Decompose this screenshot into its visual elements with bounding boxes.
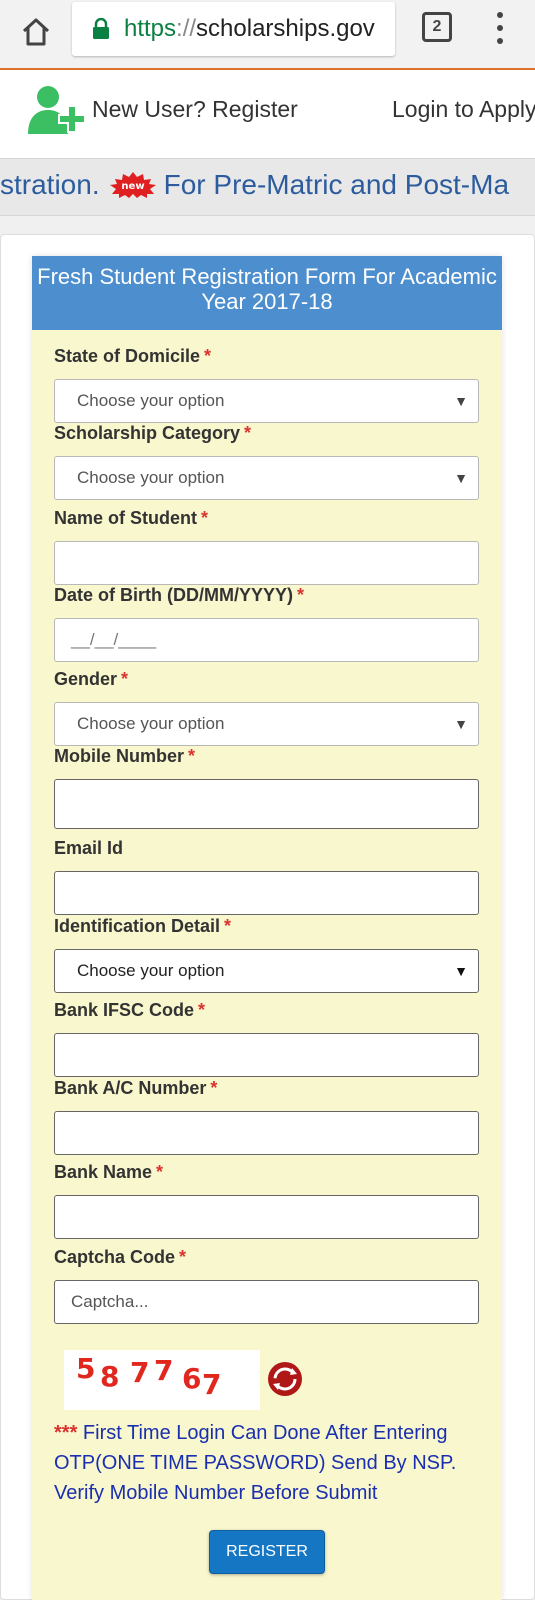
url-scheme: https: [124, 15, 177, 42]
gender-label: Gender *: [54, 669, 129, 689]
name-label: Name of Student *: [54, 508, 209, 528]
ifsc-input[interactable]: [54, 1033, 479, 1077]
mobile-label: Mobile Number *: [54, 746, 196, 766]
bank-name-input[interactable]: [54, 1195, 479, 1239]
site-nav: New User? Register Login to Apply: [0, 70, 535, 158]
home-icon[interactable]: [14, 10, 58, 54]
captcha-char: 8: [100, 1360, 120, 1393]
otp-notice: *** First Time Login Can Done After Ente…: [54, 1418, 494, 1508]
name-input[interactable]: [54, 541, 479, 585]
scholarship-select-value: Choose your option: [77, 468, 225, 487]
more-vert-icon[interactable]: [490, 10, 510, 46]
captcha-label: Captcha Code *: [54, 1247, 187, 1267]
refresh-captcha-icon[interactable]: [266, 1360, 304, 1398]
new-badge-icon: new: [109, 172, 156, 198]
dropdown-arrow-icon: ▼: [454, 470, 468, 486]
gender-select-value: Choose your option: [77, 714, 225, 733]
login-to-apply-link[interactable]: Login to Apply: [392, 96, 535, 123]
dropdown-arrow-icon: ▼: [454, 393, 468, 409]
email-label: Email Id: [54, 838, 124, 858]
email-input[interactable]: [54, 871, 479, 915]
lock-icon: [92, 17, 110, 40]
address-bar[interactable]: https://scholarships.gov: [72, 2, 395, 56]
tab-switcher-button[interactable]: 2: [422, 12, 452, 42]
state-select[interactable]: Choose your option ▼: [54, 379, 479, 423]
account-label: Bank A/C Number *: [54, 1078, 218, 1098]
scholarship-label: Scholarship Category *: [54, 423, 252, 443]
notice-stars: ***: [54, 1422, 78, 1444]
scholarship-select[interactable]: Choose your option ▼: [54, 456, 479, 500]
state-select-value: Choose your option: [77, 391, 225, 410]
captcha-image: 5 8 7 7 6 7: [64, 1350, 260, 1410]
svg-text:new: new: [121, 181, 144, 192]
dob-label: Date of Birth (DD/MM/YYYY) *: [54, 585, 305, 605]
gender-select[interactable]: Choose your option ▼: [54, 702, 479, 746]
captcha-char: 6: [182, 1362, 202, 1395]
add-user-icon: [28, 86, 86, 134]
marquee-text-start: stration.: [0, 169, 100, 200]
mobile-input[interactable]: [54, 779, 479, 829]
captcha-char: 7: [154, 1354, 174, 1387]
url-separator: ://: [176, 15, 197, 42]
captcha-char: 7: [202, 1368, 222, 1401]
captcha-input[interactable]: Captcha...: [54, 1280, 479, 1324]
captcha-char: 5: [76, 1352, 96, 1385]
dob-input[interactable]: __/__/____: [54, 618, 479, 662]
announcement-marquee: stration. new For Pre-Matric and Post-Ma: [0, 158, 535, 216]
identification-select-value: Choose your option: [77, 961, 225, 980]
marquee-text-end: For Pre-Matric and Post-Ma: [163, 169, 510, 200]
dropdown-arrow-icon: ▼: [454, 963, 468, 979]
identification-label: Identification Detail *: [54, 916, 232, 936]
url-host: scholarships.gov: [196, 15, 375, 42]
new-user-register-link[interactable]: New User? Register: [92, 96, 298, 123]
ifsc-label: Bank IFSC Code *: [54, 1000, 206, 1020]
captcha-char: 7: [130, 1356, 150, 1389]
form-title: Fresh Student Registration Form For Acad…: [32, 256, 502, 330]
account-input[interactable]: [54, 1111, 479, 1155]
register-button[interactable]: REGISTER: [209, 1530, 325, 1574]
state-label: State of Domicile *: [54, 346, 212, 366]
dropdown-arrow-icon: ▼: [454, 716, 468, 732]
identification-select[interactable]: Choose your option ▼: [54, 949, 479, 993]
bank-name-label: Bank Name *: [54, 1162, 164, 1182]
browser-toolbar: https://scholarships.gov 2: [0, 0, 535, 70]
notice-text: First Time Login Can Done After Entering…: [54, 1422, 457, 1504]
